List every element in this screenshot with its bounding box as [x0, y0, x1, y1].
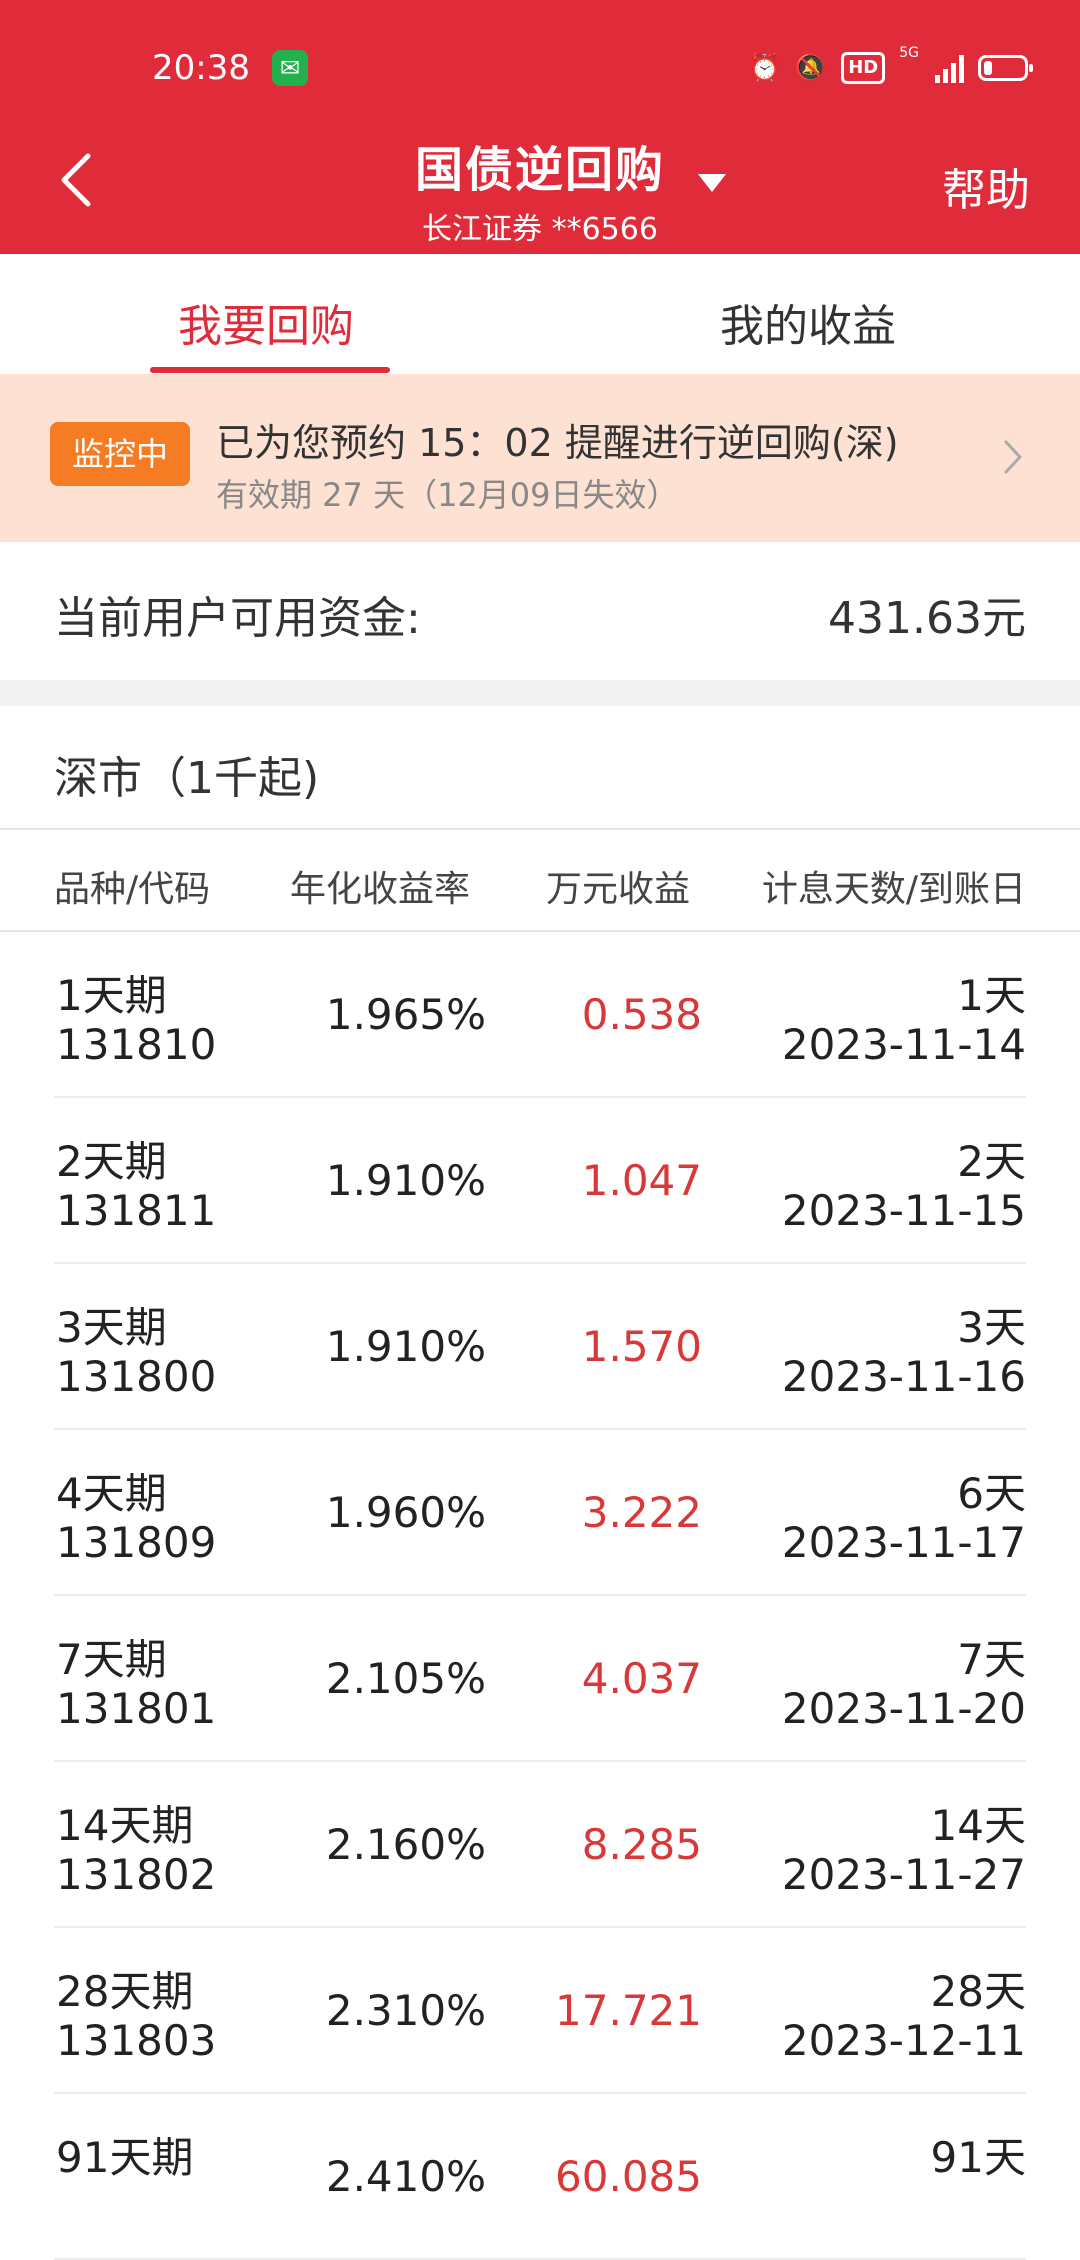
settlement-date: 2023-11-17 — [781, 1518, 1026, 1567]
table-header: 品种/代码 年化收益率 万元收益 计息天数/到账日 — [0, 830, 1080, 930]
interest-days: 3天 — [957, 1303, 1026, 1352]
interest-days: 14天 — [930, 1801, 1026, 1850]
table-row[interactable]: 4天期 131809 1.960% 3.222 6天 2023-11-17 — [0, 1430, 1080, 1596]
back-arrow-icon[interactable] — [56, 150, 96, 210]
annual-rate: 1.910% — [325, 1322, 486, 1371]
product-code: 131800 — [56, 1352, 217, 1401]
table-row[interactable]: 1天期 131810 1.965% 0.538 1天 2023-11-14 — [0, 932, 1080, 1098]
monitor-message: 已为您预约 15：02 提醒进行逆回购(深) — [216, 421, 899, 465]
dropdown-triangle-icon[interactable] — [696, 172, 728, 194]
column-header-rate: 年化收益率 — [290, 869, 471, 910]
battery-icon — [978, 55, 1033, 81]
monitor-validity: 有效期 27 天（12月09日失效） — [216, 476, 679, 514]
gain-per-10k: 1.570 — [581, 1322, 702, 1371]
settlement-date: 2023-11-27 — [781, 1850, 1026, 1899]
interest-days: 2天 — [957, 1137, 1026, 1186]
gain-per-10k: 8.285 — [581, 1820, 702, 1869]
product-code: 131811 — [56, 1186, 217, 1235]
column-header-product: 品种/代码 — [54, 869, 211, 910]
table-row[interactable]: 7天期 131801 2.105% 4.037 7天 2023-11-20 — [0, 1596, 1080, 1762]
signal-icon — [935, 53, 964, 83]
wechat-icon: ✉ — [272, 50, 308, 86]
status-time: 20:38 — [152, 48, 250, 88]
app-header: 20:38 ✉ ⏰ 🔕 HD 5G 国债逆回购 长江证券 **6566 帮助 — [0, 0, 1080, 254]
product-name: 91天期 — [56, 2133, 194, 2182]
annual-rate: 2.160% — [325, 1820, 486, 1869]
gain-per-10k: 4.037 — [581, 1654, 702, 1703]
settlement-date: 2023-12-11 — [781, 2016, 1026, 2065]
settlement-date: 2023-11-20 — [781, 1684, 1026, 1733]
table-row[interactable]: 28天期 131803 2.310% 17.721 28天 2023-12-11 — [0, 1928, 1080, 2094]
available-funds-value: 431.63元 — [828, 593, 1026, 644]
available-funds-label: 当前用户可用资金: — [54, 593, 421, 644]
annual-rate: 2.410% — [325, 2152, 486, 2201]
column-header-days: 计息天数/到账日 — [761, 869, 1026, 910]
product-name: 7天期 — [56, 1635, 167, 1684]
product-name: 2天期 — [56, 1137, 167, 1186]
product-name: 4天期 — [56, 1469, 167, 1518]
monitor-banner[interactable]: 监控中 已为您预约 15：02 提醒进行逆回购(深) 有效期 27 天（12月0… — [0, 374, 1080, 542]
annual-rate: 1.910% — [325, 1156, 486, 1205]
interest-days: 7天 — [957, 1635, 1026, 1684]
gain-per-10k: 0.538 — [581, 990, 702, 1039]
table-row[interactable]: 2天期 131811 1.910% 1.047 2天 2023-11-15 — [0, 1098, 1080, 1264]
battery-level — [984, 61, 992, 75]
available-funds-row: 当前用户可用资金: 431.63元 — [0, 542, 1080, 680]
hd-icon: HD — [841, 52, 886, 84]
gain-per-10k: 1.047 — [581, 1156, 702, 1205]
product-name: 1天期 — [56, 971, 167, 1020]
gain-per-10k: 60.085 — [555, 2152, 702, 2201]
product-code: 131801 — [56, 1684, 217, 1733]
section-divider — [0, 680, 1080, 706]
product-name: 14天期 — [56, 1801, 194, 1850]
product-code: 131809 — [56, 1518, 217, 1567]
mute-icon: 🔕 — [794, 53, 828, 83]
annual-rate: 2.310% — [325, 1986, 486, 2035]
product-code: 131802 — [56, 1850, 217, 1899]
status-bar: 20:38 ✉ ⏰ 🔕 HD 5G — [0, 40, 1080, 100]
active-tab-indicator — [150, 367, 390, 373]
product-name: 3天期 — [56, 1303, 167, 1352]
table-row[interactable]: 3天期 131800 1.910% 1.570 3天 2023-11-16 — [0, 1264, 1080, 1430]
tab-bar: 我要回购 我的收益 — [0, 254, 1080, 374]
product-name: 28天期 — [56, 1967, 194, 2016]
monitor-status-badge: 监控中 — [50, 422, 190, 486]
table-row[interactable]: 14天期 131802 2.160% 8.285 14天 2023-11-27 — [0, 1762, 1080, 1928]
battery-cap — [1029, 64, 1033, 72]
gain-per-10k: 3.222 — [581, 1488, 702, 1537]
gain-per-10k: 17.721 — [555, 1986, 702, 2035]
tab-my-earnings[interactable]: 我的收益 — [720, 290, 896, 354]
product-code: 131810 — [56, 1020, 217, 1069]
interest-days: 6天 — [957, 1469, 1026, 1518]
product-code: 131803 — [56, 2016, 217, 2065]
annual-rate: 2.105% — [325, 1654, 486, 1703]
settlement-date: 2023-11-15 — [781, 1186, 1026, 1235]
network-label: 5G — [899, 45, 919, 61]
interest-days: 1天 — [957, 971, 1026, 1020]
settlement-date: 2023-11-16 — [781, 1352, 1026, 1401]
column-header-gain: 万元收益 — [546, 869, 691, 910]
account-subtitle: 长江证券 **6566 — [422, 212, 658, 247]
help-button[interactable]: 帮助 — [942, 154, 1030, 218]
market-section-title: 深市（1千起) — [54, 753, 320, 804]
status-icons: ⏰ 🔕 HD 5G — [748, 45, 1033, 90]
interest-days: 28天 — [930, 1967, 1026, 2016]
chevron-right-icon — [1004, 440, 1022, 474]
tab-buyback[interactable]: 我要回购 — [178, 290, 354, 354]
settlement-date: 2023-11-14 — [781, 1020, 1026, 1069]
interest-days: 91天 — [930, 2133, 1026, 2182]
alarm-icon: ⏰ — [748, 53, 781, 83]
table-row[interactable]: 91天期 2.410% 60.085 91天 — [0, 2094, 1080, 2260]
annual-rate: 1.960% — [325, 1488, 486, 1537]
annual-rate: 1.965% — [325, 990, 486, 1039]
